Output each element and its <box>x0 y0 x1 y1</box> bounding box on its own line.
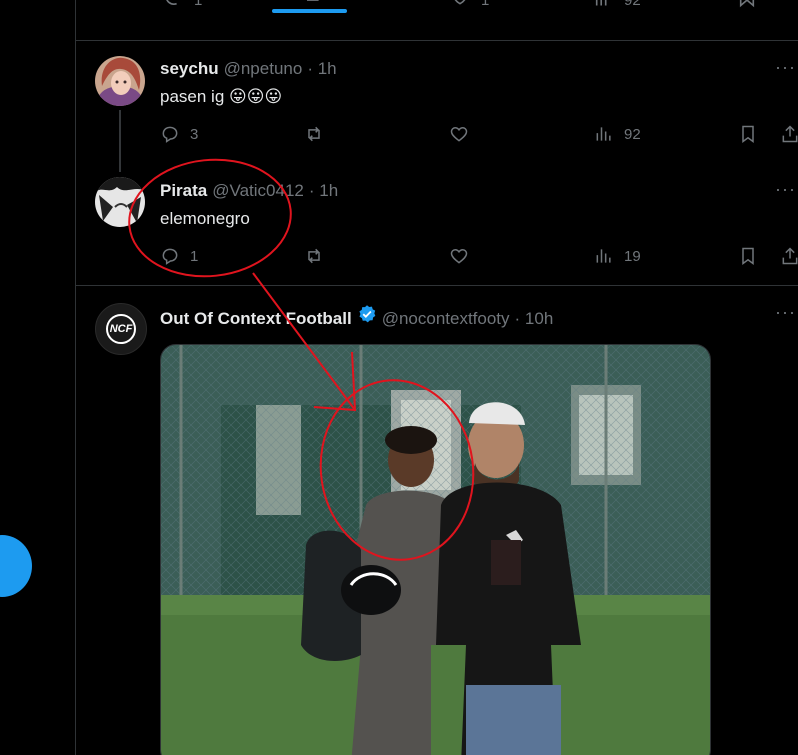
views-icon[interactable] <box>594 0 612 8</box>
tweet-text: pasen ig 😛😛😛 <box>160 87 283 106</box>
heart-icon <box>450 126 468 142</box>
verified-badge-icon <box>359 305 376 323</box>
share-button[interactable] <box>780 246 798 266</box>
reply-icon <box>162 248 178 265</box>
reply-tweet-seychu[interactable]: seychu @npetuno · 1h ··· pasen ig 😛😛😛 3 … <box>76 41 798 171</box>
retweet-icon <box>308 248 320 264</box>
like-button[interactable] <box>449 124 469 144</box>
tweet-actions: 1 19 <box>160 246 798 270</box>
timestamp[interactable]: · 1h <box>307 59 336 79</box>
handle[interactable]: @Vatic0412 <box>212 181 304 201</box>
bookmark-icon <box>742 125 754 143</box>
previous-view-count: 92 <box>624 0 641 9</box>
views-icon <box>596 127 611 141</box>
reply-button[interactable]: 1 <box>160 246 198 266</box>
reply-tweet-pirata[interactable]: Pirata @Vatic0412 · 1h ··· elemonegro 1 … <box>76 171 798 284</box>
more-options-icon[interactable]: ··· <box>775 57 796 78</box>
heart-icon <box>450 248 468 264</box>
tweet-actions: 3 92 <box>160 124 798 148</box>
avatar-seychu[interactable] <box>95 56 145 106</box>
author-row: seychu @npetuno · 1h <box>160 59 337 79</box>
handle[interactable]: @nocontextfooty <box>382 309 510 329</box>
retweet-icon <box>308 126 320 142</box>
avatar-nocontextfooty[interactable]: NCF <box>95 303 147 355</box>
tweet-photo[interactable] <box>160 344 711 755</box>
display-name[interactable]: seychu <box>160 59 219 79</box>
reply-button[interactable]: 3 <box>160 124 198 144</box>
share-button[interactable] <box>780 124 798 144</box>
compose-button[interactable] <box>0 535 32 597</box>
views-icon <box>596 249 611 263</box>
reply-count: 3 <box>190 125 199 143</box>
view-count: 92 <box>624 125 641 143</box>
previous-tweet-actions: 1 1 92 <box>76 0 798 41</box>
share-icon <box>782 125 798 143</box>
heart-icon[interactable] <box>451 0 469 8</box>
photo-scene <box>161 345 710 755</box>
reply-icon <box>162 126 178 143</box>
bookmark-button[interactable] <box>738 246 758 266</box>
view-count: 19 <box>624 247 641 265</box>
author-row: Out Of Context Football @nocontextfooty … <box>160 304 553 329</box>
reply-icon[interactable] <box>164 0 182 8</box>
more-options-icon[interactable]: ··· <box>775 179 796 200</box>
display-name[interactable]: Pirata <box>160 181 207 201</box>
tweet-text: elemonegro <box>160 209 250 228</box>
retweet-button[interactable] <box>304 124 324 144</box>
timestamp[interactable]: · 10h <box>515 309 554 329</box>
display-name[interactable]: Out Of Context Football <box>160 309 352 329</box>
share-icon <box>782 247 798 265</box>
retweet-button[interactable] <box>304 246 324 266</box>
views-button[interactable]: 19 <box>594 246 641 266</box>
handle[interactable]: @npetuno <box>224 59 303 79</box>
page: 1 1 92 seychu @npetuno · 1h ··· pasen ig… <box>0 0 798 755</box>
previous-reply-count: 1 <box>194 0 203 9</box>
views-button[interactable]: 92 <box>594 124 641 144</box>
avatar-pirata[interactable] <box>95 177 145 227</box>
reply-count: 1 <box>190 247 199 265</box>
author-row: Pirata @Vatic0412 · 1h <box>160 181 338 201</box>
bookmark-icon[interactable] <box>738 0 756 8</box>
like-button[interactable] <box>449 246 469 266</box>
previous-like-count: 1 <box>481 0 490 9</box>
bookmark-icon <box>742 247 754 265</box>
retweet-icon[interactable] <box>306 0 324 8</box>
bookmark-button[interactable] <box>738 124 758 144</box>
timestamp[interactable]: · 1h <box>309 181 338 201</box>
active-indicator <box>272 9 347 13</box>
more-options-icon[interactable]: ··· <box>775 302 796 323</box>
avatar-logo-text: NCF <box>106 314 136 344</box>
